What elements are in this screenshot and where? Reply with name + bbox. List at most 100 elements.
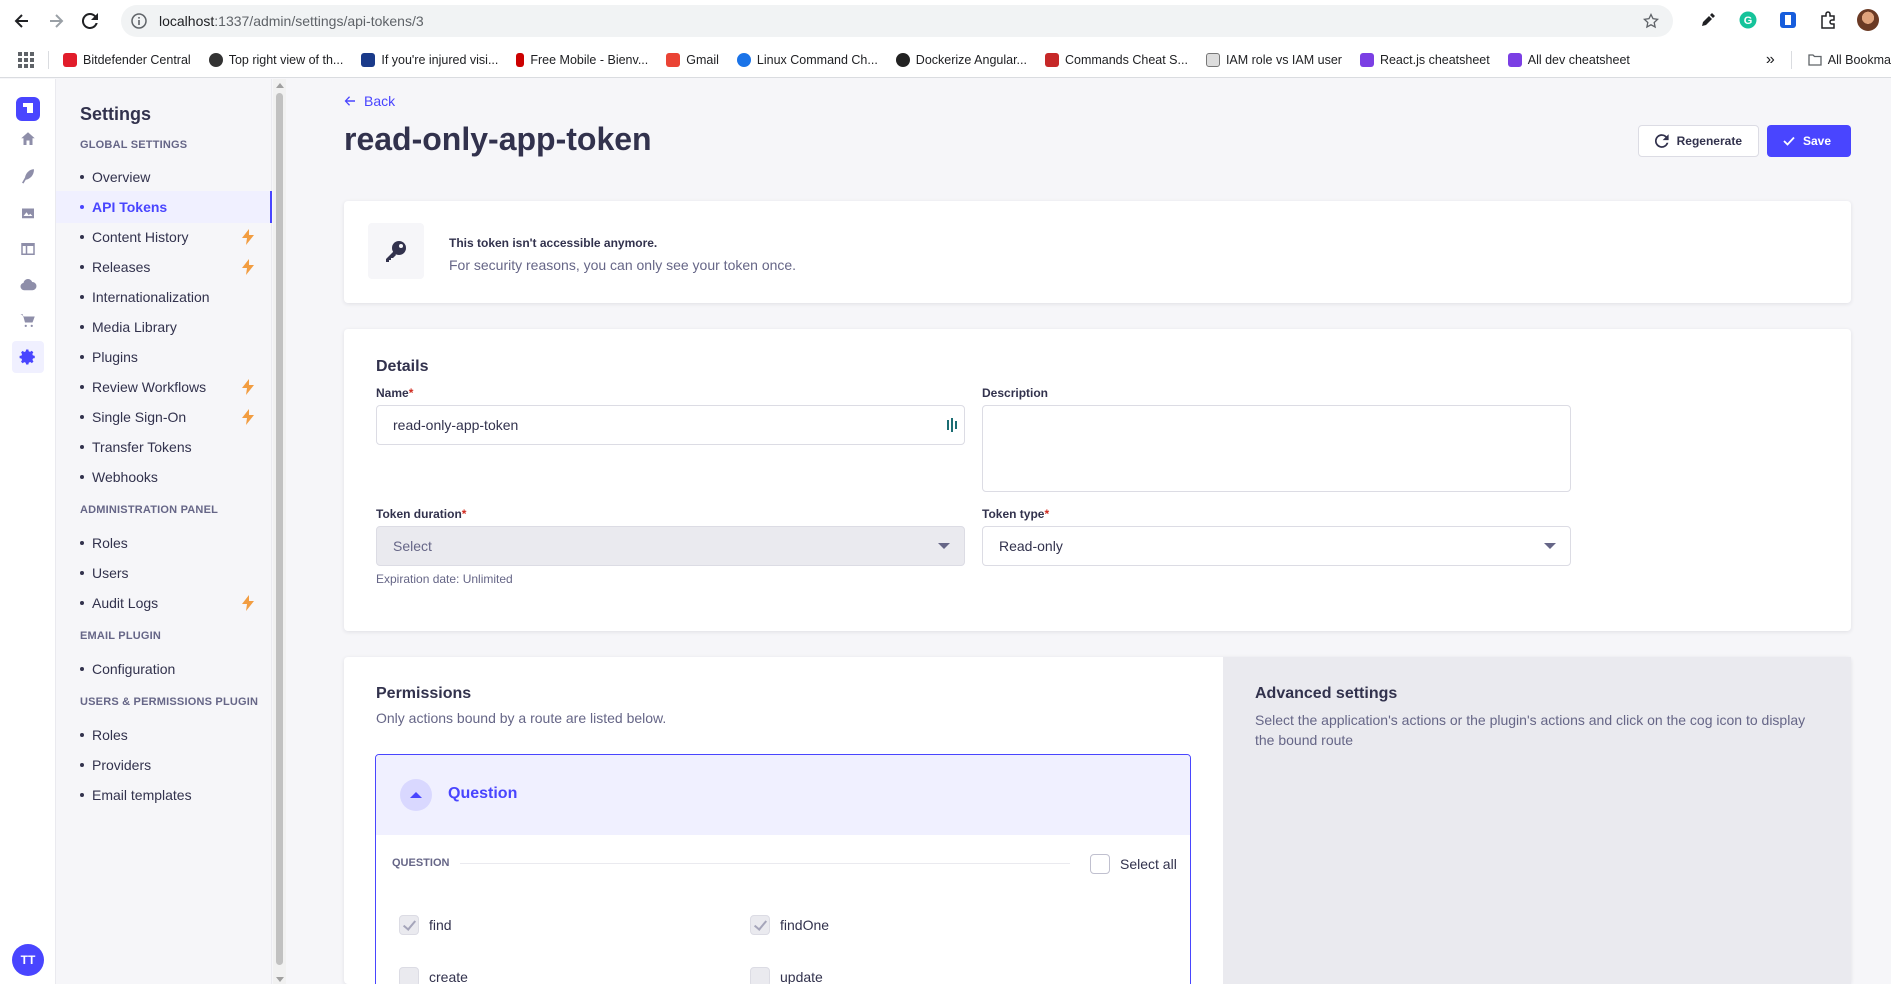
create-checkbox[interactable] [399,967,419,984]
layout-icon[interactable] [16,237,40,261]
chevron-up-icon[interactable] [400,779,432,811]
media-library-icon[interactable] [16,201,40,225]
password-manager-icon[interactable] [946,418,958,432]
subnav-item-internationalization[interactable]: Internationalization [80,281,272,313]
all-bookmarks-button[interactable]: All Bookma [1808,53,1891,67]
settings-cog-icon[interactable] [12,341,44,373]
bookmark-item[interactable]: Gmail [666,52,719,67]
subnav-item-users[interactable]: Users [80,557,272,589]
injury-favicon-icon [361,52,376,67]
subnav-item-transfer-tokens[interactable]: Transfer Tokens [80,431,272,463]
advanced-settings-text: Select the application's actions or the … [1255,712,1806,748]
site-info-icon[interactable] [131,13,147,29]
subnav-item-webhooks[interactable]: Webhooks [80,461,272,493]
select-all-checkbox[interactable] [1090,854,1110,874]
accordion-title: Question [448,785,518,802]
bookmark-item[interactable]: Dockerize Angular... [895,52,1027,67]
bookmark-item[interactable]: If you're injured visi... [361,52,498,67]
linux-favicon-icon [736,52,751,67]
bitdefender-favicon-icon [63,52,77,67]
subnav-item-overview[interactable]: Overview [80,161,272,193]
browser-toolbar: localhost:1337/admin/settings/api-tokens… [0,0,1891,42]
subnav-item-releases[interactable]: Releases [80,251,272,283]
grammarly-extension-icon[interactable]: G [1737,9,1759,31]
token-duration-select[interactable]: Select [376,526,965,566]
lightning-bolt-icon [242,409,254,425]
regenerate-button[interactable]: Regenerate [1638,125,1759,157]
address-bar[interactable]: localhost:1337/admin/settings/api-tokens… [121,5,1673,37]
permissions-heading: Permissions [376,685,472,702]
gmail-favicon-icon [666,52,681,67]
user-avatar[interactable]: TT [12,944,44,976]
subnav-item-audit-logs[interactable]: Audit Logs [80,587,272,619]
cloud-icon[interactable] [16,273,40,297]
description-textarea[interactable] [982,405,1571,492]
token-type-select[interactable]: Read-only [982,526,1571,566]
lightning-bolt-icon [242,379,254,395]
save-button[interactable]: Save [1767,125,1851,157]
bookmark-item[interactable]: IAM role vs IAM user [1205,52,1342,67]
advanced-settings-panel: Advanced settings Select the application… [1223,657,1851,984]
subnav-title: Settings [80,104,152,124]
bookmark-item[interactable]: React.js cheatsheet [1359,52,1490,67]
bookmark-star-icon[interactable] [1643,13,1659,29]
iam-favicon-icon [1205,52,1220,67]
subnav-item-roles[interactable]: Roles [80,527,272,559]
section-users-permissions-plugin: USERS & PERMISSIONS PLUGIN [80,696,259,708]
subnav-scrollbar[interactable] [273,79,286,984]
forward-arrow-icon[interactable] [44,9,68,33]
bookmark-item[interactable]: Bitdefender Central [63,52,191,67]
subnav-item-content-history[interactable]: Content History [80,221,272,253]
bitwarden-extension-icon[interactable] [1777,9,1799,31]
apps-grid-icon[interactable] [18,51,34,68]
subnav-item-single-sign-on[interactable]: Single Sign-On [80,401,272,433]
section-email-plugin: EMAIL PLUGIN [80,630,162,642]
bookmark-item[interactable]: Top right view of th... [208,52,343,67]
subnav-item-email-templates[interactable]: Email templates [80,779,272,811]
more-bookmarks-button[interactable]: » [1766,51,1775,69]
extensions-puzzle-icon[interactable] [1817,9,1839,31]
accordion-header[interactable]: Question [376,755,1190,835]
find-checkbox[interactable] [399,915,419,935]
strapi-logo[interactable] [16,97,40,121]
profile-avatar-icon[interactable] [1857,9,1879,31]
name-input[interactable]: read-only-app-token [376,405,965,445]
permissions-subtitle: Only actions bound by a route are listed… [376,710,667,726]
marketplace-cart-icon[interactable] [16,309,40,333]
token-notice-subtitle: For security reasons, you can only see y… [449,257,797,273]
react-cheatsheet-favicon-icon [1359,52,1374,67]
free-mobile-favicon-icon [516,52,525,67]
bookmark-item[interactable]: Commands Cheat S... [1044,52,1188,67]
subnav-item-review-workflows[interactable]: Review Workflows [80,371,272,403]
reload-icon[interactable] [78,9,102,33]
page-title: read-only-app-token [344,121,652,157]
advanced-settings-heading: Advanced settings [1255,685,1398,702]
subnav-item-up-roles[interactable]: Roles [80,719,272,751]
bookmark-item[interactable]: Linux Command Ch... [736,52,878,67]
chevron-down-icon [938,543,950,549]
accordion-body: QUESTION Select all find findOne create … [376,835,1190,984]
eyedropper-extension-icon[interactable] [1697,9,1719,31]
subnav-item-plugins[interactable]: Plugins [80,341,272,373]
select-all-label: Select all [1120,856,1177,872]
token-notice-title: This token isn't accessible anymore. [449,236,658,250]
back-link[interactable]: Back [344,93,395,109]
subnav-item-configuration[interactable]: Configuration [80,653,272,685]
details-heading: Details [376,358,429,375]
details-card: Details Name* read-only-app-token Descri… [344,329,1851,631]
token-duration-label: Token duration* [376,507,467,521]
home-icon[interactable] [16,127,40,151]
bookmark-item[interactable]: All dev cheatsheet [1507,52,1630,67]
update-checkbox[interactable] [750,967,770,984]
content-builder-feather-icon[interactable] [16,164,40,188]
arrow-left-icon [344,96,355,106]
findone-checkbox[interactable] [750,915,770,935]
refresh-icon [1655,134,1669,148]
bookmark-item[interactable]: Free Mobile - Bienv... [516,52,648,67]
create-label: create [429,969,468,984]
group-divider [460,863,1070,864]
subnav-item-media-library[interactable]: Media Library [80,311,272,343]
subnav-item-providers[interactable]: Providers [80,749,272,781]
back-arrow-icon[interactable] [10,9,34,33]
subnav-item-api-tokens[interactable]: API Tokens [56,191,272,223]
